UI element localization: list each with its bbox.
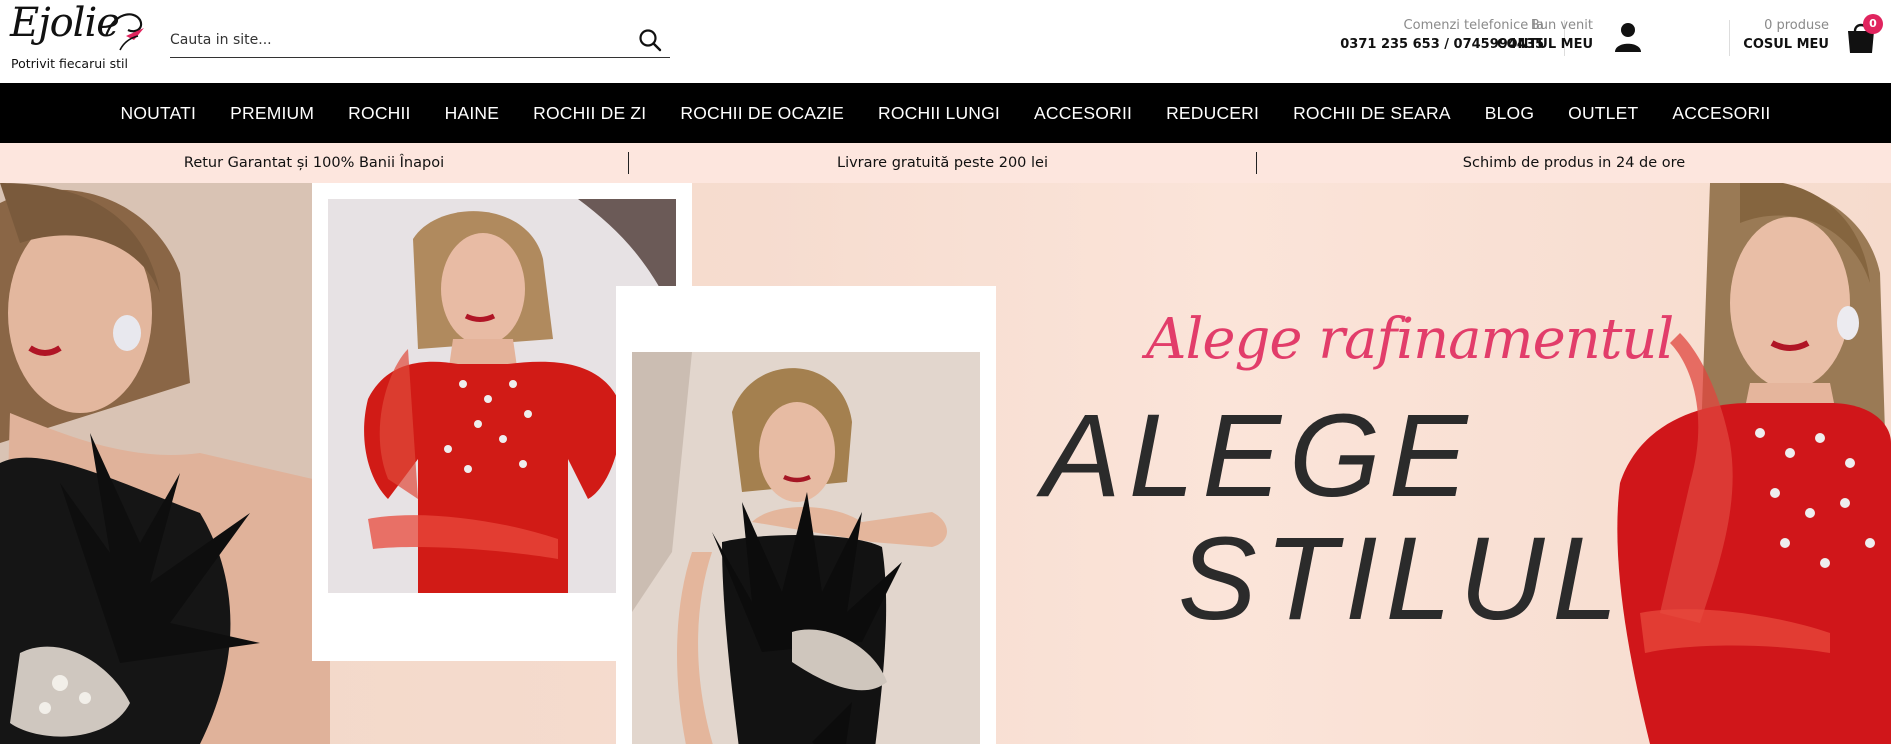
cart-label[interactable]: COSUL MEU bbox=[1743, 37, 1829, 52]
model-red-dress-image bbox=[1617, 183, 1891, 744]
search-icon[interactable] bbox=[638, 28, 662, 52]
header-divider bbox=[1729, 20, 1730, 56]
cart-link[interactable]: 0 produse COSUL MEU bbox=[1743, 18, 1829, 52]
nav-item-premium[interactable]: PREMIUM bbox=[213, 103, 331, 124]
nav-item-rochii-de-ocazie[interactable]: ROCHII DE OCAZIE bbox=[663, 103, 861, 124]
hero-photo-left bbox=[0, 183, 330, 744]
feather-dress-photo bbox=[632, 352, 980, 744]
nav-item-noutati[interactable]: NOUTATI bbox=[104, 103, 214, 124]
search-bar bbox=[170, 25, 670, 58]
account-link[interactable]: Bun venit CONTUL MEU bbox=[1497, 18, 1593, 52]
hero-script-tagline: Alege rafinamentul bbox=[1146, 307, 1674, 372]
benefit-return: Retur Garantat și 100% Banii Înapoi bbox=[183, 155, 445, 171]
account-greeting: Bun venit bbox=[1530, 18, 1593, 33]
benefit-free-shipping: Livrare gratuită peste 200 lei bbox=[836, 155, 1048, 171]
account-label[interactable]: CONTUL MEU bbox=[1497, 37, 1593, 52]
cart-count-label: 0 produse bbox=[1764, 18, 1829, 33]
nav-item-outlet[interactable]: OUTLET bbox=[1551, 103, 1655, 124]
nav-item-rochii-lungi[interactable]: ROCHII LUNGI bbox=[861, 103, 1017, 124]
nav-item-rochii-de-zi[interactable]: ROCHII DE ZI bbox=[516, 103, 663, 124]
site-header: Ejolie Potrivit fiecarui stil Comenzi te… bbox=[0, 0, 1891, 83]
nav-item-accesorii[interactable]: ACCESORII bbox=[1017, 103, 1149, 124]
hero-headline-line2: STILUL bbox=[1178, 513, 1627, 645]
user-icon[interactable] bbox=[1613, 21, 1643, 53]
hero-headline-line1: ALEGE bbox=[1042, 390, 1476, 522]
model-feather-dress-image bbox=[0, 183, 330, 744]
search-input[interactable] bbox=[170, 25, 630, 55]
hero-photo-right bbox=[1600, 183, 1891, 744]
logo-swirl-icon bbox=[104, 13, 144, 51]
hero-banner[interactable]: Alege rafinamentul ALEGE STILUL bbox=[0, 183, 1891, 744]
cart-badge: 0 bbox=[1863, 14, 1883, 34]
nav-item-haine[interactable]: HAINE bbox=[428, 103, 516, 124]
main-nav: NOUTATI PREMIUM ROCHII HAINE ROCHII DE Z… bbox=[0, 83, 1891, 143]
nav-item-rochii-de-seara[interactable]: ROCHII DE SEARA bbox=[1276, 103, 1468, 124]
logo[interactable]: Ejolie Potrivit fiecarui stil bbox=[8, 0, 144, 74]
nav-item-accesorii-2[interactable]: ACCESORII bbox=[1655, 103, 1787, 124]
benefit-exchange: Schimb de produs in 24 de ore bbox=[1462, 155, 1686, 171]
polaroid-card-feather-dress bbox=[616, 286, 996, 744]
nav-item-reduceri[interactable]: REDUCERI bbox=[1149, 103, 1276, 124]
nav-item-rochii[interactable]: ROCHII bbox=[331, 103, 427, 124]
benefits-bar: Retur Garantat și 100% Banii Înapoi Livr… bbox=[0, 143, 1891, 183]
nav-item-blog[interactable]: BLOG bbox=[1468, 103, 1551, 124]
logo-tagline: Potrivit fiecarui stil bbox=[11, 56, 128, 71]
